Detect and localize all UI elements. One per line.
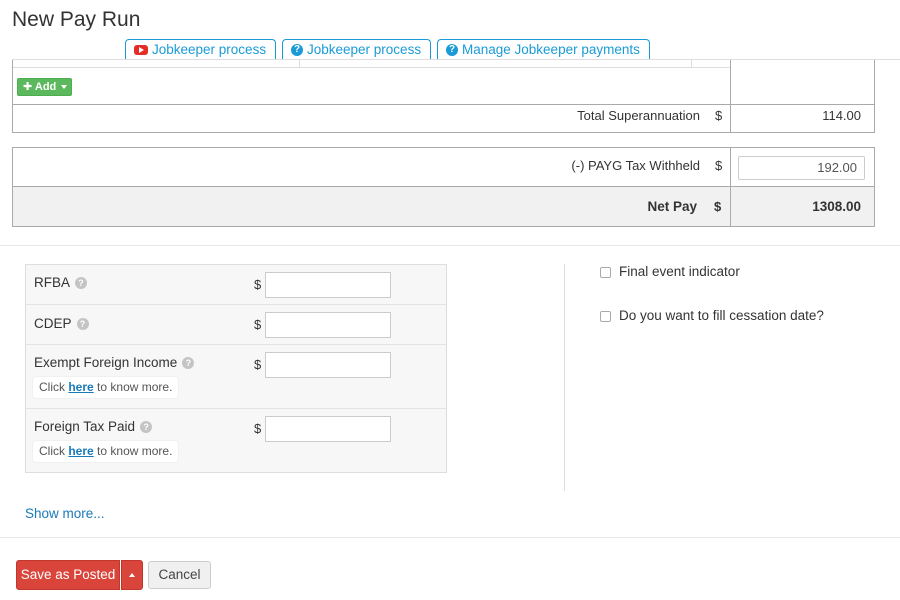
add-label: Add [34, 81, 57, 93]
help-link[interactable]: here [68, 444, 93, 458]
page-title: New Pay Run [12, 8, 141, 31]
info-icon[interactable]: ? [140, 421, 153, 434]
rfba-label: RFBA? [34, 275, 88, 290]
tab-jobkeeper-help[interactable]: ? Jobkeeper process [282, 39, 432, 60]
exempt-foreign-income-label: Exempt Foreign Income? [34, 355, 195, 370]
currency-symbol: $ [254, 317, 262, 332]
cancel-button[interactable]: Cancel [148, 561, 211, 589]
column-divider [299, 60, 300, 67]
payg-label: (-) PAYG Tax Withheld [571, 158, 700, 173]
currency-symbol: $ [715, 108, 723, 123]
foreign-tax-paid-label: Foreign Tax Paid? [34, 419, 153, 434]
hint-text: to know more. [97, 380, 173, 394]
exempt-foreign-income-label-text: Exempt Foreign Income [34, 355, 178, 370]
cessation-date-checkbox[interactable] [600, 311, 611, 322]
question-circle-icon: ? [446, 44, 458, 56]
tab-divider [12, 59, 900, 60]
show-more-link[interactable]: Show more... [25, 506, 105, 521]
cessation-date-label: Do you want to fill cessation date? [619, 308, 824, 323]
hint-text: to know more. [97, 444, 173, 458]
table-border-right [874, 60, 875, 132]
payg-tax-input[interactable]: 192.00 [738, 156, 865, 180]
help-hint: Click here to know more. [33, 441, 179, 462]
table-border-bottom [12, 132, 875, 133]
final-event-checkbox[interactable] [600, 267, 611, 278]
cdep-label: CDEP? [34, 316, 89, 331]
cdep-label-text: CDEP [34, 316, 72, 331]
tab-label: Manage Jobkeeper payments [462, 42, 640, 57]
info-icon[interactable]: ? [182, 357, 195, 370]
total-superannuation-value: 114.00 [822, 108, 861, 123]
question-circle-icon: ? [291, 44, 303, 56]
column-divider [691, 60, 692, 67]
exempt-foreign-income-input[interactable] [265, 352, 391, 378]
help-link[interactable]: here [68, 380, 93, 394]
final-event-label: Final event indicator [619, 264, 740, 279]
column-divider [564, 264, 565, 491]
table-column-divider [730, 148, 731, 226]
row-divider [26, 408, 446, 409]
hint-text: Click [39, 444, 65, 458]
info-icon[interactable]: ? [75, 277, 88, 290]
currency-symbol: $ [714, 199, 722, 214]
tab-label: Jobkeeper process [307, 42, 422, 57]
tab-manage-jobkeeper[interactable]: ? Manage Jobkeeper payments [437, 39, 650, 60]
total-superannuation-label: Total Superannuation [577, 108, 700, 123]
save-options-caret-icon[interactable] [121, 560, 143, 590]
caret-down-icon [61, 85, 68, 90]
plus-icon: ✚ [23, 81, 33, 93]
tab-jobkeeper-video[interactable]: Jobkeeper process [125, 39, 277, 60]
help-hint: Click here to know more. [33, 377, 179, 398]
section-divider [0, 245, 900, 246]
save-as-posted-button[interactable]: Save as Posted [16, 560, 120, 590]
foreign-tax-paid-input[interactable] [265, 416, 391, 442]
hint-text: Click [39, 380, 65, 394]
cdep-input[interactable] [265, 312, 391, 338]
info-icon[interactable]: ? [76, 318, 89, 331]
section-divider [0, 537, 900, 538]
table-border-left [12, 60, 13, 132]
row-divider [26, 344, 446, 345]
net-pay-label: Net Pay [647, 199, 697, 214]
row-divider [26, 304, 446, 305]
rfba-label-text: RFBA [34, 275, 71, 290]
currency-symbol: $ [715, 158, 723, 173]
rfba-input[interactable] [265, 272, 391, 298]
currency-symbol: $ [254, 357, 262, 372]
table-column-divider [730, 60, 731, 132]
tab-label: Jobkeeper process [152, 42, 267, 57]
currency-symbol: $ [254, 277, 262, 292]
youtube-icon [134, 45, 148, 55]
add-superannuation-button[interactable]: ✚ Add [17, 78, 72, 96]
row-divider [12, 186, 875, 187]
row-divider [12, 104, 875, 105]
foreign-tax-paid-label-text: Foreign Tax Paid [34, 419, 136, 434]
currency-symbol: $ [254, 421, 262, 436]
row-divider [13, 67, 730, 68]
net-pay-value: 1308.00 [812, 199, 861, 214]
